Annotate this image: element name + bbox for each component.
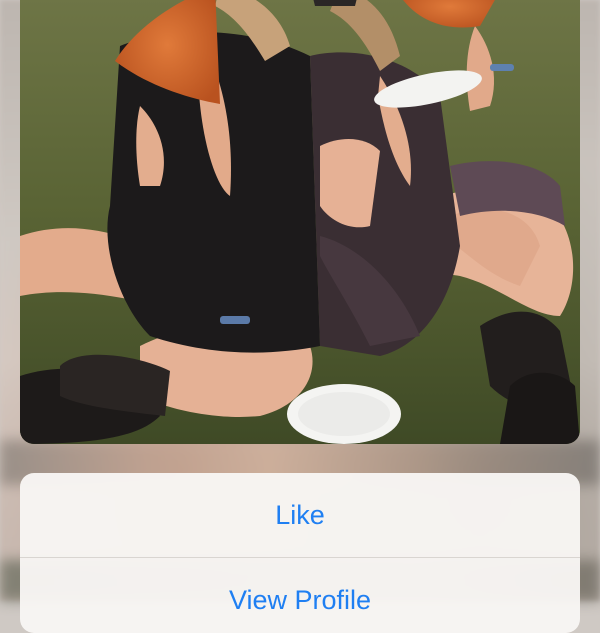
action-sheet: Like View Profile: [20, 473, 580, 633]
view-profile-button[interactable]: View Profile: [20, 558, 580, 633]
like-button[interactable]: Like: [20, 473, 580, 557]
photo-preview[interactable]: [20, 0, 580, 444]
photo-image: [20, 0, 580, 444]
